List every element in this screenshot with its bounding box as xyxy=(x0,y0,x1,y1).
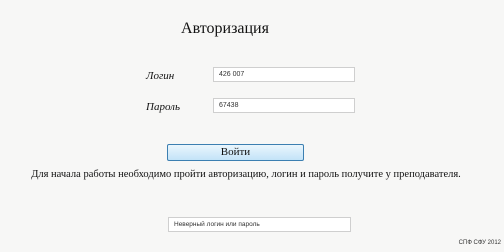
login-input[interactable]: 426 007 xyxy=(213,67,355,82)
copyright-text: СПФ СФУ 2012 xyxy=(458,240,501,246)
login-button[interactable]: Войти xyxy=(167,144,304,161)
page-title: Авторизация xyxy=(181,20,269,37)
password-label: Пароль xyxy=(146,101,180,113)
login-label: Логин xyxy=(146,70,175,82)
login-window: Авторизация Логин 426 007 Пароль 67438 В… xyxy=(0,0,504,252)
error-message: Неверный логин или пароль xyxy=(168,217,351,232)
password-input[interactable]: 67438 xyxy=(213,98,355,113)
info-text: Для начала работы необходимо пройти авто… xyxy=(31,169,461,180)
